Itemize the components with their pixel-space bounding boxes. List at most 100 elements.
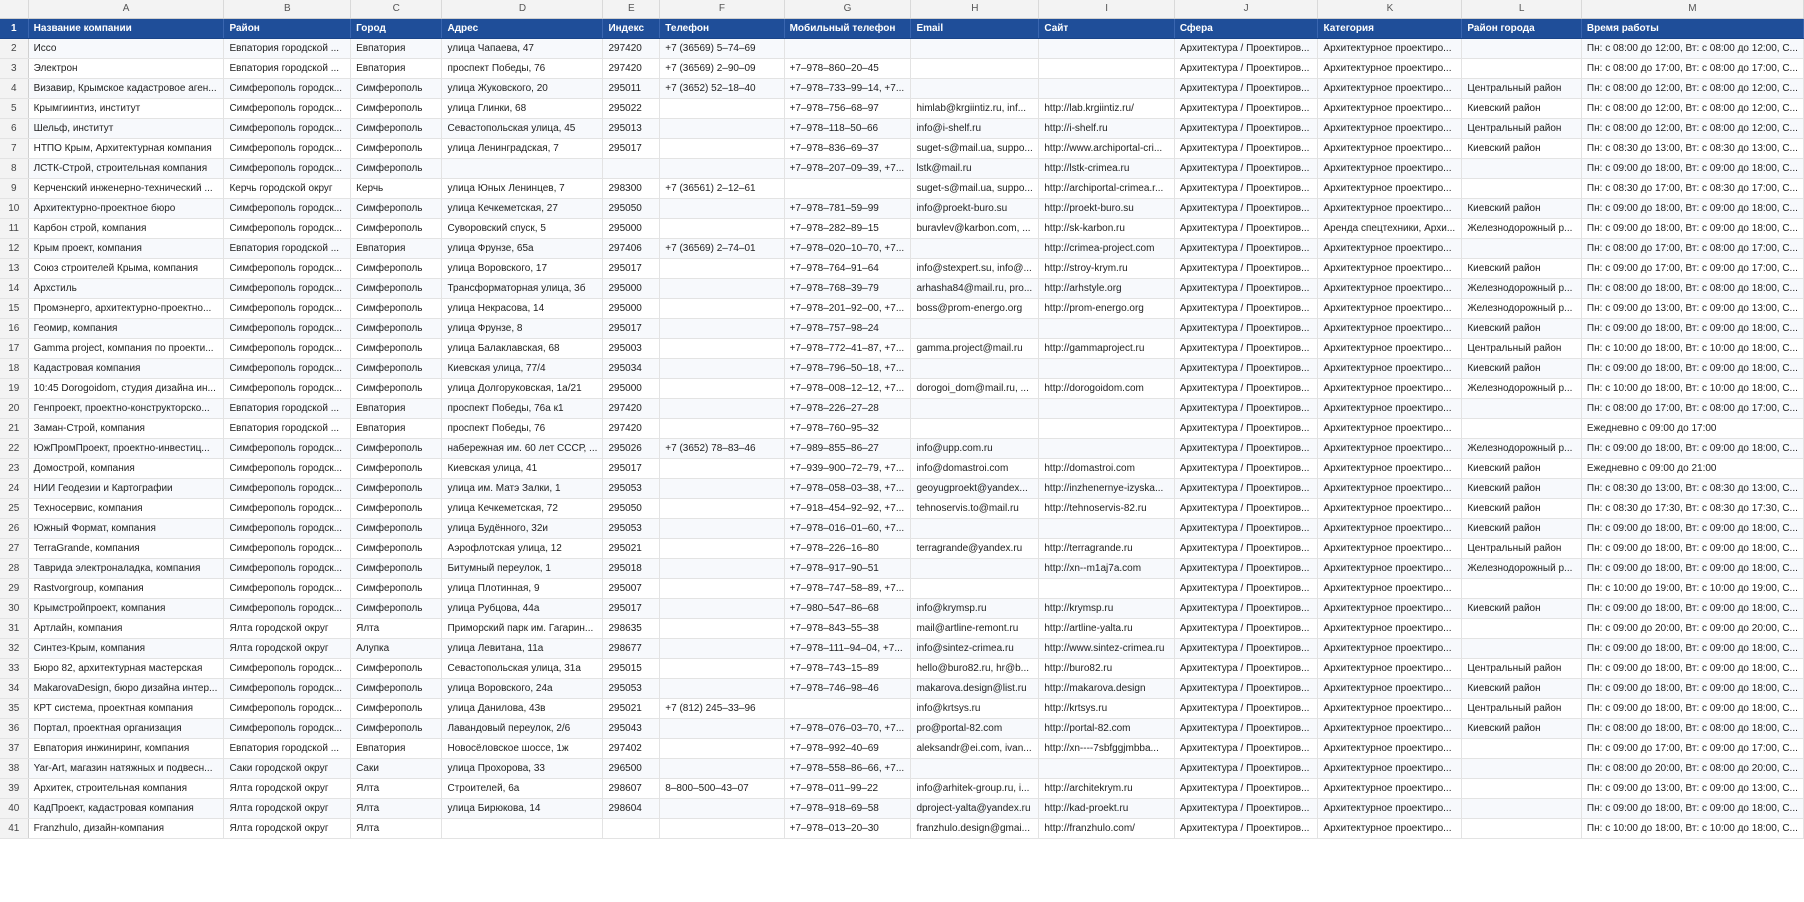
table-cell[interactable]: Симферополь городск... [223,78,352,99]
table-cell[interactable]: 295043 [602,718,661,739]
row-number[interactable]: 38 [0,758,29,779]
row-number[interactable]: 26 [0,518,29,539]
row-number[interactable]: 40 [0,798,29,819]
table-cell[interactable]: Киевский район [1461,198,1582,219]
table-cell[interactable]: http://krtsys.ru [1038,698,1175,719]
table-cell[interactable]: Симферополь [350,538,443,559]
table-cell[interactable]: http://www.archiportal-cri... [1038,138,1175,159]
table-cell[interactable]: Евпатория инжиниринг, компания [28,738,225,759]
table-cell[interactable] [910,78,1040,99]
table-cell[interactable]: Симферополь городск... [223,218,352,239]
table-cell[interactable] [910,318,1040,339]
table-cell[interactable]: Железнодорожный р... [1461,278,1582,299]
table-cell[interactable]: Архитектура / Проектиров... [1174,118,1319,139]
table-cell[interactable] [659,618,785,639]
table-cell[interactable]: Архитектура / Проектиров... [1174,298,1319,319]
table-cell[interactable]: Севастопольская улица, 45 [441,118,604,139]
table-cell[interactable]: Пн: с 08:00 до 18:00, Вт: с 08:00 до 18:… [1581,278,1804,299]
table-cell[interactable]: Архитектура / Проектиров... [1174,518,1319,539]
table-cell[interactable]: Симферополь [350,558,443,579]
table-cell[interactable]: Центральный район [1461,658,1582,679]
table-cell[interactable]: Архитектура / Проектиров... [1174,538,1319,559]
table-cell[interactable]: Ялта [350,778,443,799]
table-cell[interactable]: Симферополь [350,278,443,299]
table-cell[interactable] [910,758,1040,779]
header-cell[interactable]: Время работы [1581,18,1804,39]
table-cell[interactable]: Пн: с 10:00 до 18:00, Вт: с 10:00 до 18:… [1581,818,1804,839]
row-number[interactable]: 15 [0,298,29,319]
table-cell[interactable]: suget-s@mail.ua, suppo... [910,138,1040,159]
row-number[interactable]: 32 [0,638,29,659]
table-cell[interactable]: Пн: с 09:00 до 13:00, Вт: с 09:00 до 13:… [1581,778,1804,799]
table-cell[interactable]: 295026 [602,438,661,459]
table-cell[interactable]: dproject-yalta@yandex.ru [910,798,1040,819]
table-cell[interactable]: улица Рубцова, 44а [441,598,604,619]
table-cell[interactable]: Симферополь [350,658,443,679]
table-cell[interactable]: +7–978–746–98–46 [784,678,912,699]
table-cell[interactable]: http://i-shelf.ru [1038,118,1175,139]
table-cell[interactable] [659,538,785,559]
table-cell[interactable]: Пн: с 09:00 до 18:00, Вт: с 09:00 до 18:… [1581,198,1804,219]
table-cell[interactable] [1038,418,1175,439]
table-cell[interactable]: НТПО Крым, Архитектурная компания [28,138,225,159]
table-cell[interactable]: улица Ленинградская, 7 [441,138,604,159]
table-cell[interactable]: Иссо [28,38,225,59]
table-cell[interactable]: Симферополь городск... [223,538,352,559]
table-cell[interactable] [659,818,785,839]
table-cell[interactable]: Архитектура / Проектиров... [1174,138,1319,159]
table-cell[interactable]: Архитектура / Проектиров... [1174,78,1319,99]
table-cell[interactable]: 297420 [602,38,661,59]
table-cell[interactable]: +7–978–836–69–37 [784,138,912,159]
table-cell[interactable]: gamma.project@mail.ru [910,338,1040,359]
table-cell[interactable] [659,258,785,279]
table-cell[interactable]: arhasha84@mail.ru, pro... [910,278,1040,299]
row-number[interactable]: 19 [0,378,29,399]
table-cell[interactable]: Архитектурное проектиро... [1317,38,1463,59]
row-number[interactable]: 27 [0,538,29,559]
table-cell[interactable]: Центральный район [1461,538,1582,559]
table-cell[interactable]: Архитектура / Проектиров... [1174,418,1319,439]
table-cell[interactable]: Симферополь [350,318,443,339]
column-letter-l[interactable]: L [1461,0,1582,19]
table-cell[interactable] [1461,778,1582,799]
table-cell[interactable]: Саки городской округ [223,758,352,779]
table-cell[interactable]: 295011 [602,78,661,99]
table-cell[interactable] [910,578,1040,599]
table-cell[interactable] [1038,318,1175,339]
table-cell[interactable]: Саки [350,758,443,779]
table-cell[interactable]: Симферополь [350,118,443,139]
table-cell[interactable] [659,498,785,519]
table-cell[interactable] [659,198,785,219]
table-cell[interactable]: 297406 [602,238,661,259]
table-cell[interactable]: Архитектурное проектиро... [1317,178,1463,199]
table-cell[interactable]: Архитектурное проектиро... [1317,458,1463,479]
row-number[interactable]: 9 [0,178,29,199]
table-cell[interactable] [602,158,661,179]
column-letter-m[interactable]: M [1581,0,1804,19]
table-cell[interactable]: Заман-Строй, компания [28,418,225,439]
table-cell[interactable]: +7–978–760–95–32 [784,418,912,439]
table-cell[interactable]: Центральный район [1461,338,1582,359]
table-cell[interactable]: Пн: с 08:00 до 17:00, Вт: с 08:00 до 17:… [1581,238,1804,259]
table-cell[interactable]: +7–939–900–72–79, +7... [784,458,912,479]
table-cell[interactable]: Евпатория [350,38,443,59]
table-cell[interactable] [1461,398,1582,419]
table-cell[interactable]: Киевский район [1461,98,1582,119]
table-cell[interactable]: Ежедневно с 09:00 до 21:00 [1581,458,1804,479]
table-cell[interactable]: Симферополь [350,678,443,699]
table-cell[interactable]: Архитектурное проектиро... [1317,758,1463,779]
table-cell[interactable]: Киевская улица, 77/4 [441,358,604,379]
table-cell[interactable]: lstk@mail.ru [910,158,1040,179]
table-cell[interactable]: Керчь городской округ [223,178,352,199]
table-cell[interactable]: +7–978–917–90–51 [784,558,912,579]
table-cell[interactable]: +7–978–058–03–38, +7... [784,478,912,499]
row-number[interactable]: 7 [0,138,29,159]
table-cell[interactable]: Ялта городской округ [223,798,352,819]
table-cell[interactable]: Пн: с 09:00 до 18:00, Вт: с 09:00 до 18:… [1581,658,1804,679]
table-cell[interactable]: Евпатория городской ... [223,238,352,259]
table-cell[interactable] [910,58,1040,79]
table-cell[interactable]: 297402 [602,738,661,759]
table-cell[interactable]: 298604 [602,798,661,819]
table-cell[interactable]: +7–978–008–12–12, +7... [784,378,912,399]
table-cell[interactable]: Архитектура / Проектиров... [1174,718,1319,739]
